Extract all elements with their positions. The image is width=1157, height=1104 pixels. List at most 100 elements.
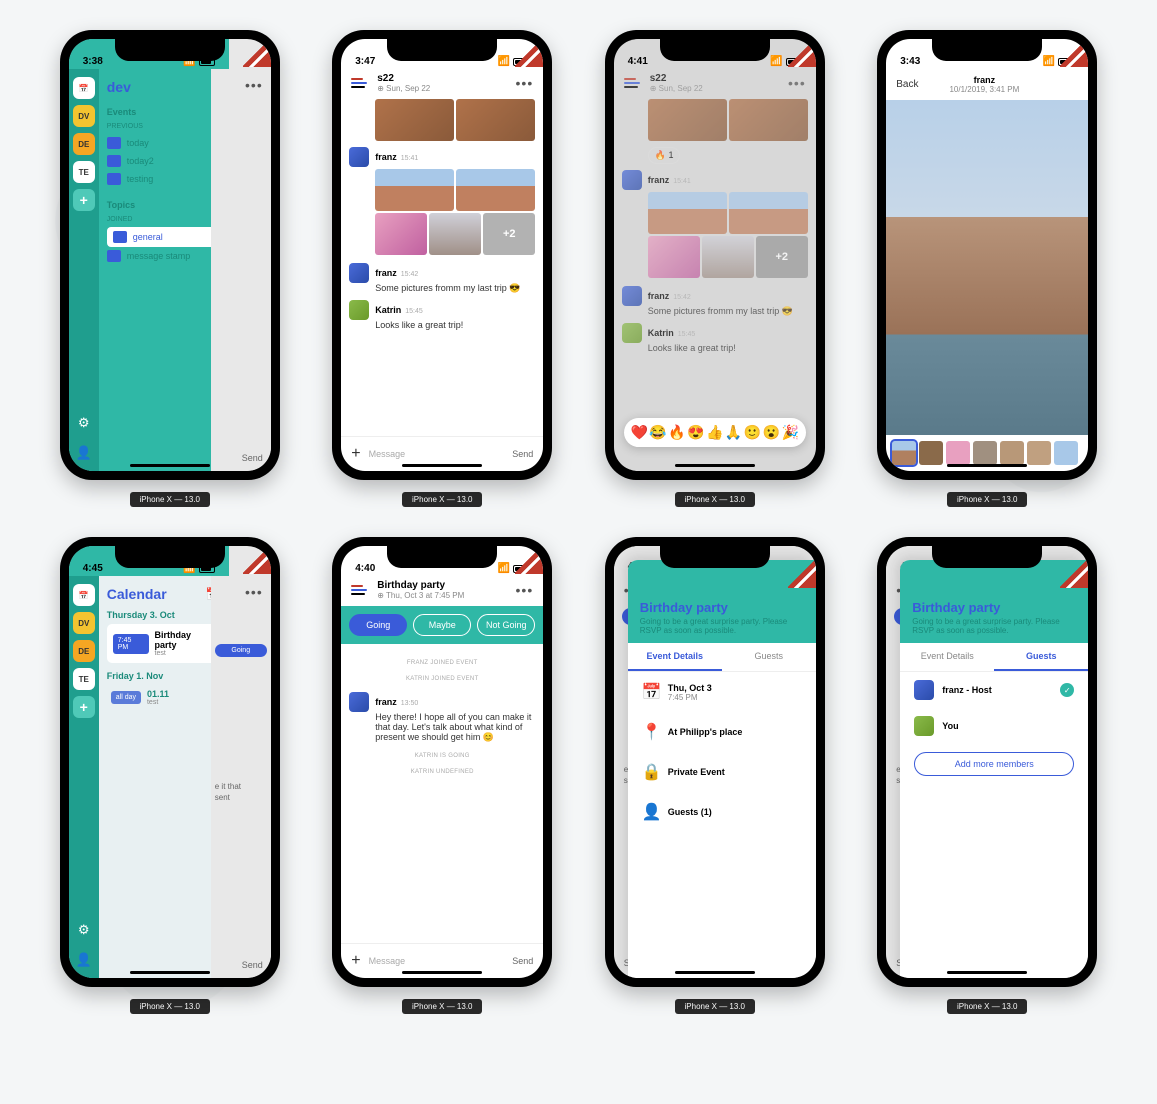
calendar-icon[interactable]: 📅 — [73, 77, 95, 99]
react-heart[interactable]: ❤️ — [630, 424, 647, 441]
workspace-de[interactable]: DE — [73, 133, 95, 155]
photo-thumb[interactable] — [375, 99, 454, 141]
avatar-franz[interactable] — [622, 170, 642, 190]
more-button[interactable]: ••• — [788, 75, 806, 91]
settings-icon[interactable]: ⚙ — [78, 922, 90, 938]
photo-thumb[interactable] — [729, 99, 808, 141]
clock: 4:45 — [83, 563, 103, 574]
thumb[interactable] — [1000, 441, 1024, 465]
react-thumbsup[interactable]: 👍 — [706, 424, 723, 441]
back-button[interactable]: Back — [896, 79, 918, 90]
add-workspace-button[interactable]: + — [73, 189, 95, 211]
home-indicator[interactable] — [675, 971, 755, 974]
photo-thumb[interactable] — [429, 213, 481, 255]
rsvp-maybe[interactable]: Maybe — [413, 614, 471, 636]
workspace-te[interactable]: TE — [73, 161, 95, 183]
avatar-franz[interactable] — [349, 692, 369, 712]
menu-icon[interactable] — [351, 585, 369, 595]
thumb[interactable] — [919, 441, 943, 465]
settings-icon[interactable]: ⚙ — [78, 415, 90, 431]
rsvp-going[interactable]: Going — [349, 614, 407, 636]
send-button[interactable]: Send — [211, 952, 271, 978]
thumb[interactable] — [946, 441, 970, 465]
photo-thumb[interactable] — [456, 169, 535, 211]
react-party[interactable]: 🎉 — [781, 424, 798, 441]
more-button[interactable]: ••• — [245, 576, 271, 600]
home-indicator[interactable] — [402, 464, 482, 467]
menu-icon[interactable] — [351, 78, 369, 88]
send-button[interactable]: Send — [211, 445, 271, 471]
tab-details[interactable]: Event Details — [628, 643, 722, 671]
send-button[interactable]: Send — [512, 449, 533, 459]
calendar-icon[interactable]: 📅 — [73, 584, 95, 606]
guest-row[interactable]: franz - Host ✓ — [900, 672, 1088, 708]
profile-icon[interactable]: 👤 — [76, 952, 92, 968]
avatar-katrin[interactable] — [349, 300, 369, 320]
home-indicator[interactable] — [675, 464, 755, 467]
react-fire[interactable]: 🔥 — [668, 424, 685, 441]
avatar-katrin[interactable] — [622, 323, 642, 343]
workspace-rail: 📅 DV DE TE + ⚙ 👤 — [69, 69, 99, 471]
avatar-franz[interactable] — [349, 147, 369, 167]
react-smile[interactable]: 🙂 — [744, 424, 761, 441]
topic-item[interactable]: message stamp — [107, 247, 221, 265]
event-item[interactable]: today2 — [107, 152, 221, 170]
thumb[interactable] — [892, 441, 916, 465]
avatar-franz[interactable] — [622, 286, 642, 306]
topic-item-general[interactable]: general — [107, 227, 221, 247]
thumb[interactable] — [1027, 441, 1051, 465]
photo-thumb[interactable] — [648, 192, 727, 234]
tab-details[interactable]: Event Details — [900, 643, 994, 671]
rsvp-notgoing[interactable]: Not Going — [477, 614, 535, 636]
photo-thumb[interactable] — [375, 213, 427, 255]
workspace-dv[interactable]: DV — [73, 105, 95, 127]
home-indicator[interactable] — [947, 464, 1027, 467]
event-item[interactable]: today — [107, 134, 221, 152]
react-pray[interactable]: 🙏 — [725, 424, 742, 441]
photo-thumb[interactable] — [648, 236, 700, 278]
message-input[interactable]: Message — [369, 449, 505, 459]
add-workspace-button[interactable]: + — [73, 696, 95, 718]
device-caption: iPhone X — 13.0 — [130, 999, 210, 1014]
thumb[interactable] — [1054, 441, 1078, 465]
more-button[interactable]: ••• — [516, 75, 534, 91]
workspace-te[interactable]: TE — [73, 668, 95, 690]
workspace-de[interactable]: DE — [73, 640, 95, 662]
attach-button[interactable]: + — [351, 445, 360, 463]
reaction-pill[interactable]: 🔥 1 — [648, 147, 681, 164]
photo-more[interactable]: +2 — [756, 236, 808, 278]
thumb[interactable] — [973, 441, 997, 465]
detail-guests[interactable]: 👤 Guests (1) — [628, 792, 816, 832]
guest-row[interactable]: You — [900, 708, 1088, 744]
menu-icon[interactable] — [624, 78, 642, 88]
react-hearteyes[interactable]: 😍 — [687, 424, 704, 441]
home-indicator[interactable] — [130, 971, 210, 974]
message: Katrin15:45 Looks like a great trip! — [622, 323, 808, 353]
message-input[interactable]: Message — [369, 956, 505, 966]
react-laugh[interactable]: 😂 — [649, 424, 666, 441]
react-wow[interactable]: 😮 — [763, 424, 780, 441]
photo-thumb[interactable] — [702, 236, 754, 278]
photo-viewer[interactable] — [886, 100, 1088, 435]
attach-button[interactable]: + — [351, 952, 360, 970]
event-card[interactable]: 7:45 PM Birthday partytest — [107, 624, 221, 663]
home-indicator[interactable] — [130, 464, 210, 467]
home-indicator[interactable] — [947, 971, 1027, 974]
photo-thumb[interactable] — [456, 99, 535, 141]
photo-thumb[interactable] — [729, 192, 808, 234]
profile-icon[interactable]: 👤 — [76, 445, 92, 461]
more-button[interactable]: ••• — [516, 582, 534, 598]
home-indicator[interactable] — [402, 971, 482, 974]
add-members-button[interactable]: Add more members — [914, 752, 1074, 776]
photo-thumb[interactable] — [648, 99, 727, 141]
photo-thumb[interactable] — [375, 169, 454, 211]
workspace-dv[interactable]: DV — [73, 612, 95, 634]
more-button[interactable]: ••• — [245, 69, 271, 93]
tab-guests[interactable]: Guests — [722, 643, 816, 671]
message-time: 15:42 — [401, 271, 419, 278]
photo-more[interactable]: +2 — [483, 213, 535, 255]
event-item[interactable]: testing — [107, 170, 221, 188]
avatar-franz[interactable] — [349, 263, 369, 283]
tab-guests[interactable]: Guests — [994, 643, 1088, 671]
send-button[interactable]: Send — [512, 956, 533, 966]
